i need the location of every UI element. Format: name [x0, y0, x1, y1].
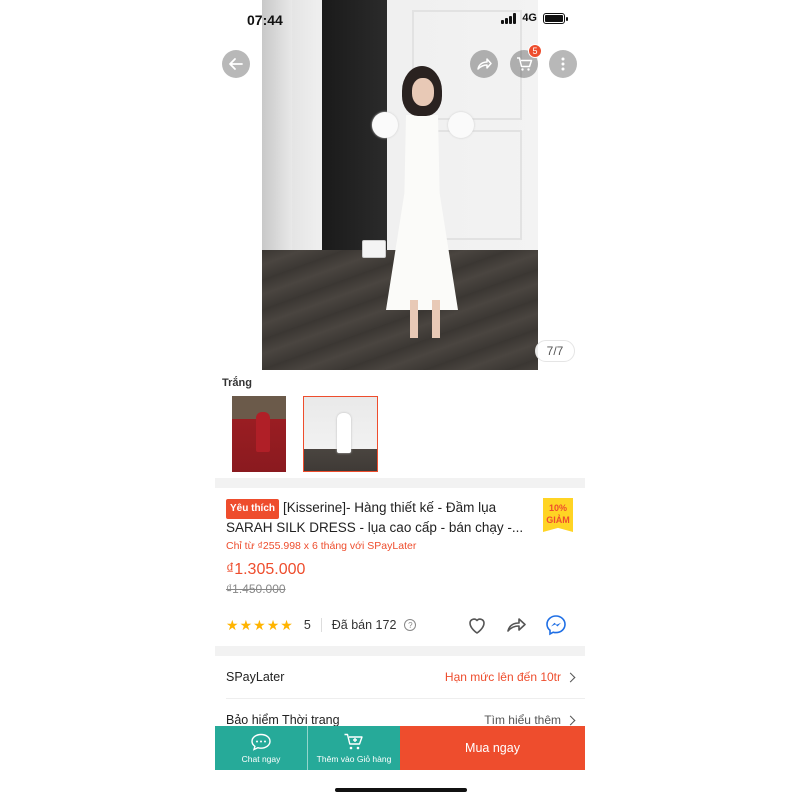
chat-button[interactable]: Chat ngay: [215, 726, 307, 770]
spaylater-note[interactable]: Chỉ từ ₫255.998 x 6 tháng với SPayLater: [226, 540, 416, 552]
sold-count: Đã bán 172: [331, 618, 397, 632]
bottom-action-bar: Chat ngay Thêm vào Giỏ hàng Mua ngay: [215, 726, 585, 770]
model-sleeve: [372, 112, 398, 138]
gallery-counter: 7/7: [535, 340, 575, 362]
cart-count-badge: 5: [528, 44, 542, 58]
bottom-safe-area: [215, 770, 585, 800]
back-arrow-icon: [229, 58, 243, 70]
status-time: 07:44: [247, 12, 283, 28]
model-bag: [362, 240, 386, 258]
variation-label: Trắng: [222, 377, 252, 389]
messenger-icon[interactable]: [545, 614, 567, 636]
product-photo[interactable]: [262, 0, 538, 370]
rating-row: ★ ★ ★ ★ ★ 5 Đã bán 172 ?: [226, 616, 417, 634]
thumb-figure: [336, 413, 351, 453]
product-title: Yêu thích [Kisserine]- Hàng thiết kế - Đầ…: [226, 499, 546, 537]
more-button[interactable]: [549, 50, 577, 78]
photo-wall: [262, 0, 292, 260]
section-divider: [215, 646, 585, 656]
section-divider: [215, 478, 585, 488]
chevron-right-icon: [565, 715, 576, 725]
row-value: Tìm hiểu thêm: [484, 713, 561, 727]
model-sleeve: [448, 112, 474, 138]
cart-icon: [516, 57, 532, 71]
add-to-cart-icon: [344, 733, 363, 749]
share-outline-icon[interactable]: [505, 614, 527, 636]
product-price: ₫1.305.000: [226, 561, 306, 578]
network-type: 4G: [522, 12, 537, 24]
battery-icon: [543, 12, 568, 24]
star-icon: ★: [239, 616, 253, 633]
more-icon: [561, 57, 565, 71]
discount-label: GIẢM: [546, 515, 570, 525]
discount-percent: 10%: [548, 503, 567, 513]
chat-icon: [251, 733, 271, 751]
product-old-price: ₫1.450.000: [226, 582, 286, 596]
status-indicators: 4G: [501, 12, 568, 24]
star-icon: ★: [280, 616, 293, 633]
share-button[interactable]: [470, 50, 498, 78]
spaylater-row[interactable]: SPayLater Hạn mức lên đến 10tr: [215, 656, 585, 698]
signal-icon: [501, 12, 517, 24]
phone-screen: 07:44 4G 5 7/7 Trắng Yêu thích [Kisserin…: [215, 0, 585, 800]
model-leg: [410, 300, 418, 338]
model-leg: [432, 300, 440, 338]
row-value: Hạn mức lên đến 10tr: [444, 670, 561, 684]
home-indicator[interactable]: [335, 788, 467, 792]
row-label: Bảo hiểm Thời trang: [226, 713, 340, 727]
add-to-cart-label: Thêm vào Giỏ hàng: [316, 753, 392, 764]
star-icon: ★: [226, 616, 239, 633]
heart-icon[interactable]: [466, 614, 488, 636]
discount-tag: 10% GIẢM: [543, 498, 573, 532]
favorite-badge: Yêu thích: [226, 499, 280, 519]
share-icon: [477, 58, 492, 70]
thumb-figure: [256, 412, 271, 452]
back-button[interactable]: [222, 50, 250, 78]
help-icon[interactable]: ?: [404, 619, 417, 631]
model-face: [412, 78, 434, 106]
product-gallery[interactable]: 07:44 4G 5 7/7: [215, 0, 585, 370]
rating-divider: [320, 618, 322, 632]
variation-thumb-white[interactable]: [303, 396, 378, 472]
rating-value: 5: [303, 618, 311, 632]
chevron-right-icon: [565, 672, 576, 682]
buy-now-button[interactable]: Mua ngay: [400, 726, 585, 770]
star-icon: ★: [253, 616, 266, 633]
cart-button[interactable]: 5: [510, 44, 542, 78]
row-label: SPayLater: [226, 670, 285, 684]
add-to-cart-button[interactable]: Thêm vào Giỏ hàng: [307, 726, 400, 770]
variation-thumb-red[interactable]: [232, 396, 286, 472]
star-icon: ★: [266, 616, 280, 633]
chat-label: Chat ngay: [241, 753, 281, 764]
